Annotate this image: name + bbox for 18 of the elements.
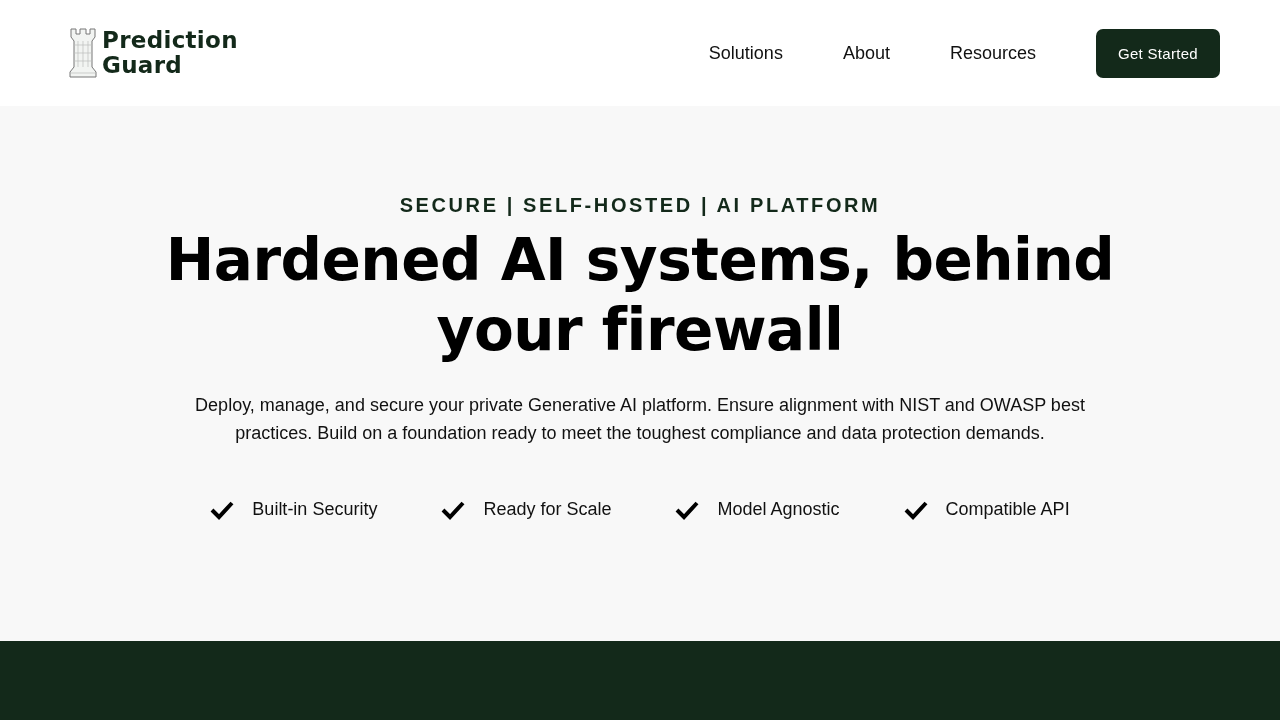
check-icon [675,499,700,520]
check-icon [903,499,928,520]
feature-label: Compatible API [945,499,1070,520]
check-icon [210,499,235,520]
feature-label: Built-in Security [252,499,378,520]
feature-label: Ready for Scale [483,499,612,520]
hero-description: Deploy, manage, and secure your private Generative AI platform. Ensure alignment with NIST and OWASP best practices. Build on a foundation ready to meet the toughest compliance and data protection demands. [194,394,1086,445]
logo-text: Prediction [102,28,238,53]
eyebrow-text: SECURE | SELF-HOSTED | AI PLATFORM [399,194,881,217]
nav-link[interactable]: About [812,42,920,64]
feature-label: Model Agnostic [717,499,840,520]
nav-link[interactable]: Solutions [678,42,813,64]
nav-link[interactable]: Resources [919,42,1066,64]
tower-icon [68,27,98,79]
logo-text: Guard [102,53,184,78]
get-started-button[interactable]: Get Started [1096,28,1220,78]
check-icon [441,499,466,520]
hero-title: Hardened AI systems, behind your firewall [164,225,1116,365]
